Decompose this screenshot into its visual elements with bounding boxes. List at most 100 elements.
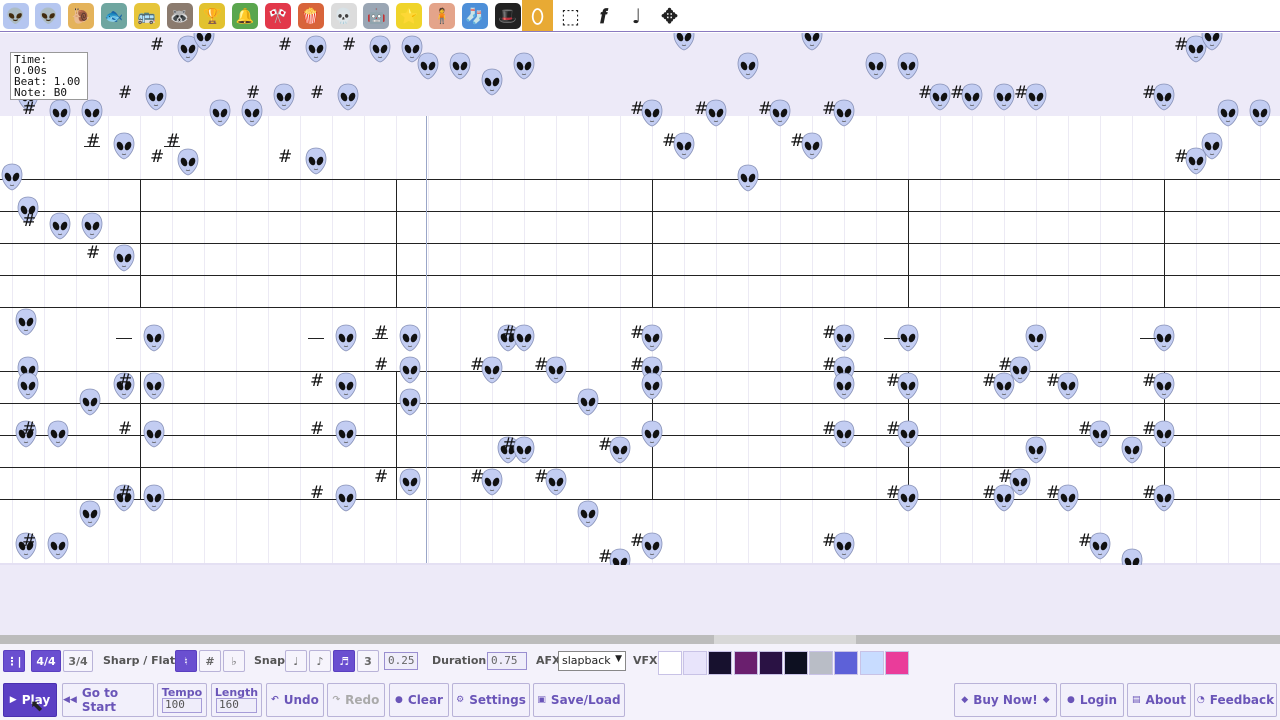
alien-note-icon[interactable] xyxy=(641,372,663,400)
vfx-swatch[interactable] xyxy=(658,651,682,675)
alien-note-icon[interactable] xyxy=(1,163,23,191)
flat-button[interactable]: ♭ xyxy=(223,650,245,672)
alien-note-icon[interactable] xyxy=(335,484,357,512)
instrument-star-button[interactable]: ⭐ xyxy=(394,0,425,31)
alien-note-icon[interactable] xyxy=(1089,420,1111,448)
alien-note-icon[interactable] xyxy=(897,324,919,352)
alien-note-icon[interactable] xyxy=(801,33,823,51)
alien-note-icon[interactable] xyxy=(1057,372,1079,400)
alien-note-icon[interactable] xyxy=(865,52,887,80)
instrument-girl-button[interactable]: 🧍 xyxy=(426,0,457,31)
snap-value-field[interactable]: 0.25 xyxy=(384,652,418,670)
alien-note-icon[interactable] xyxy=(641,99,663,127)
buy-now-button[interactable]: ◆ Buy Now! ◆ xyxy=(954,683,1057,717)
alien-note-icon[interactable] xyxy=(273,83,295,111)
move-tool-button[interactable]: ✥ xyxy=(654,0,685,31)
alien-note-icon[interactable] xyxy=(79,500,101,528)
vfx-swatch[interactable] xyxy=(884,651,909,675)
alien-note-icon[interactable] xyxy=(1025,83,1047,111)
alien-note-icon[interactable] xyxy=(897,372,919,400)
vfx-swatch[interactable] xyxy=(834,651,859,675)
alien-note-icon[interactable] xyxy=(1153,420,1175,448)
alien-note-icon[interactable] xyxy=(209,99,231,127)
vfx-swatch[interactable] xyxy=(809,651,834,675)
vfx-swatch[interactable] xyxy=(683,651,708,675)
alien-note-icon[interactable] xyxy=(81,99,103,127)
instrument-popcorn-button[interactable]: 🍿 xyxy=(295,0,326,31)
alien-note-icon[interactable] xyxy=(143,420,165,448)
alien-note-icon[interactable] xyxy=(1025,436,1047,464)
scrollbar-thumb[interactable] xyxy=(714,635,856,644)
alien-note-icon[interactable] xyxy=(705,99,727,127)
clear-button[interactable]: ● Clear xyxy=(389,683,449,717)
alien-note-icon[interactable] xyxy=(1025,324,1047,352)
alien-note-icon[interactable] xyxy=(833,420,855,448)
alien-note-icon[interactable] xyxy=(49,212,71,240)
alien-note-icon[interactable] xyxy=(545,468,567,496)
instrument-flag-button[interactable]: 🎌 xyxy=(262,0,293,31)
instrument-skull-button[interactable]: 💀 xyxy=(328,0,359,31)
alien-note-icon[interactable] xyxy=(993,484,1015,512)
alien-note-icon[interactable] xyxy=(769,99,791,127)
alien-note-icon[interactable] xyxy=(399,388,421,416)
time-signature-4-4[interactable]: 4/4 xyxy=(31,650,61,672)
alien-note-icon[interactable] xyxy=(897,484,919,512)
alien-note-icon[interactable] xyxy=(737,164,759,192)
alien-note-icon[interactable] xyxy=(1249,99,1271,127)
alien-note-icon[interactable] xyxy=(1089,532,1111,560)
alien-note-icon[interactable] xyxy=(833,532,855,560)
instrument-sock-button[interactable]: 🧦 xyxy=(459,0,490,31)
alien-note-icon[interactable] xyxy=(399,356,421,384)
alien-note-icon[interactable] xyxy=(81,212,103,240)
alien-note-icon[interactable] xyxy=(673,132,695,160)
alien-note-icon[interactable] xyxy=(673,33,695,51)
snap-quarter-button[interactable]: ♩ xyxy=(285,650,307,672)
alien-note-icon[interactable] xyxy=(513,436,535,464)
snap-sixteenth-button[interactable]: ♬ xyxy=(333,650,355,672)
alien-note-icon[interactable] xyxy=(143,484,165,512)
alien-note-icon[interactable] xyxy=(1201,132,1223,160)
alien-note-icon[interactable] xyxy=(1121,548,1143,565)
alien-note-icon[interactable] xyxy=(481,356,503,384)
settings-button[interactable]: ⚙ Settings xyxy=(452,683,530,717)
horizontal-scrollbar[interactable] xyxy=(0,635,1280,644)
alien-note-icon[interactable] xyxy=(545,356,567,384)
alien-note-icon[interactable] xyxy=(335,324,357,352)
time-signature-3-4[interactable]: 3/4 xyxy=(63,650,93,672)
alien-note-icon[interactable] xyxy=(833,99,855,127)
vfx-swatch[interactable] xyxy=(708,651,733,675)
eraser-tool-button[interactable]: ⬯ xyxy=(522,0,553,31)
instrument-alien-button[interactable]: 👽 xyxy=(0,0,31,31)
alien-note-icon[interactable] xyxy=(833,324,855,352)
vfx-swatch[interactable] xyxy=(859,651,884,675)
alien-note-icon[interactable] xyxy=(305,35,327,63)
alien-note-icon[interactable] xyxy=(17,372,39,400)
alien-note-icon[interactable] xyxy=(993,83,1015,111)
alien-note-icon[interactable] xyxy=(79,388,101,416)
vfx-swatch[interactable] xyxy=(784,651,808,675)
alien-note-icon[interactable] xyxy=(513,52,535,80)
instrument-alien-button[interactable]: 👽 xyxy=(33,0,64,31)
undo-button[interactable]: ↶ Undo xyxy=(266,683,324,717)
alien-note-icon[interactable] xyxy=(449,52,471,80)
alien-note-icon[interactable] xyxy=(577,500,599,528)
select-box-tool-button[interactable]: ⬚ xyxy=(555,0,586,31)
alien-note-icon[interactable] xyxy=(1153,83,1175,111)
score-canvas[interactable]: # # # # # # # # # # # # # # # # # # # # # # # # # # # # # # # # # # # # # # # #… xyxy=(0,33,1280,565)
alien-note-icon[interactable] xyxy=(177,148,199,176)
alien-note-icon[interactable] xyxy=(305,147,327,175)
alien-note-icon[interactable] xyxy=(47,532,69,560)
tempo-field[interactable]: 100 xyxy=(162,698,202,713)
alien-note-icon[interactable] xyxy=(1153,324,1175,352)
vfx-swatch[interactable] xyxy=(733,651,758,675)
alien-note-icon[interactable] xyxy=(335,372,357,400)
alien-note-icon[interactable] xyxy=(737,52,759,80)
sharp-button[interactable]: # xyxy=(199,650,221,672)
length-field[interactable]: 160 xyxy=(216,698,257,713)
alien-note-icon[interactable] xyxy=(47,420,69,448)
instrument-hat-button[interactable]: 🎩 xyxy=(492,0,523,31)
alien-note-icon[interactable] xyxy=(1217,99,1239,127)
save-load-button[interactable]: ▣ Save/Load xyxy=(533,683,625,717)
natural-button[interactable]: ♮ xyxy=(175,650,197,672)
alien-note-icon[interactable] xyxy=(49,99,71,127)
